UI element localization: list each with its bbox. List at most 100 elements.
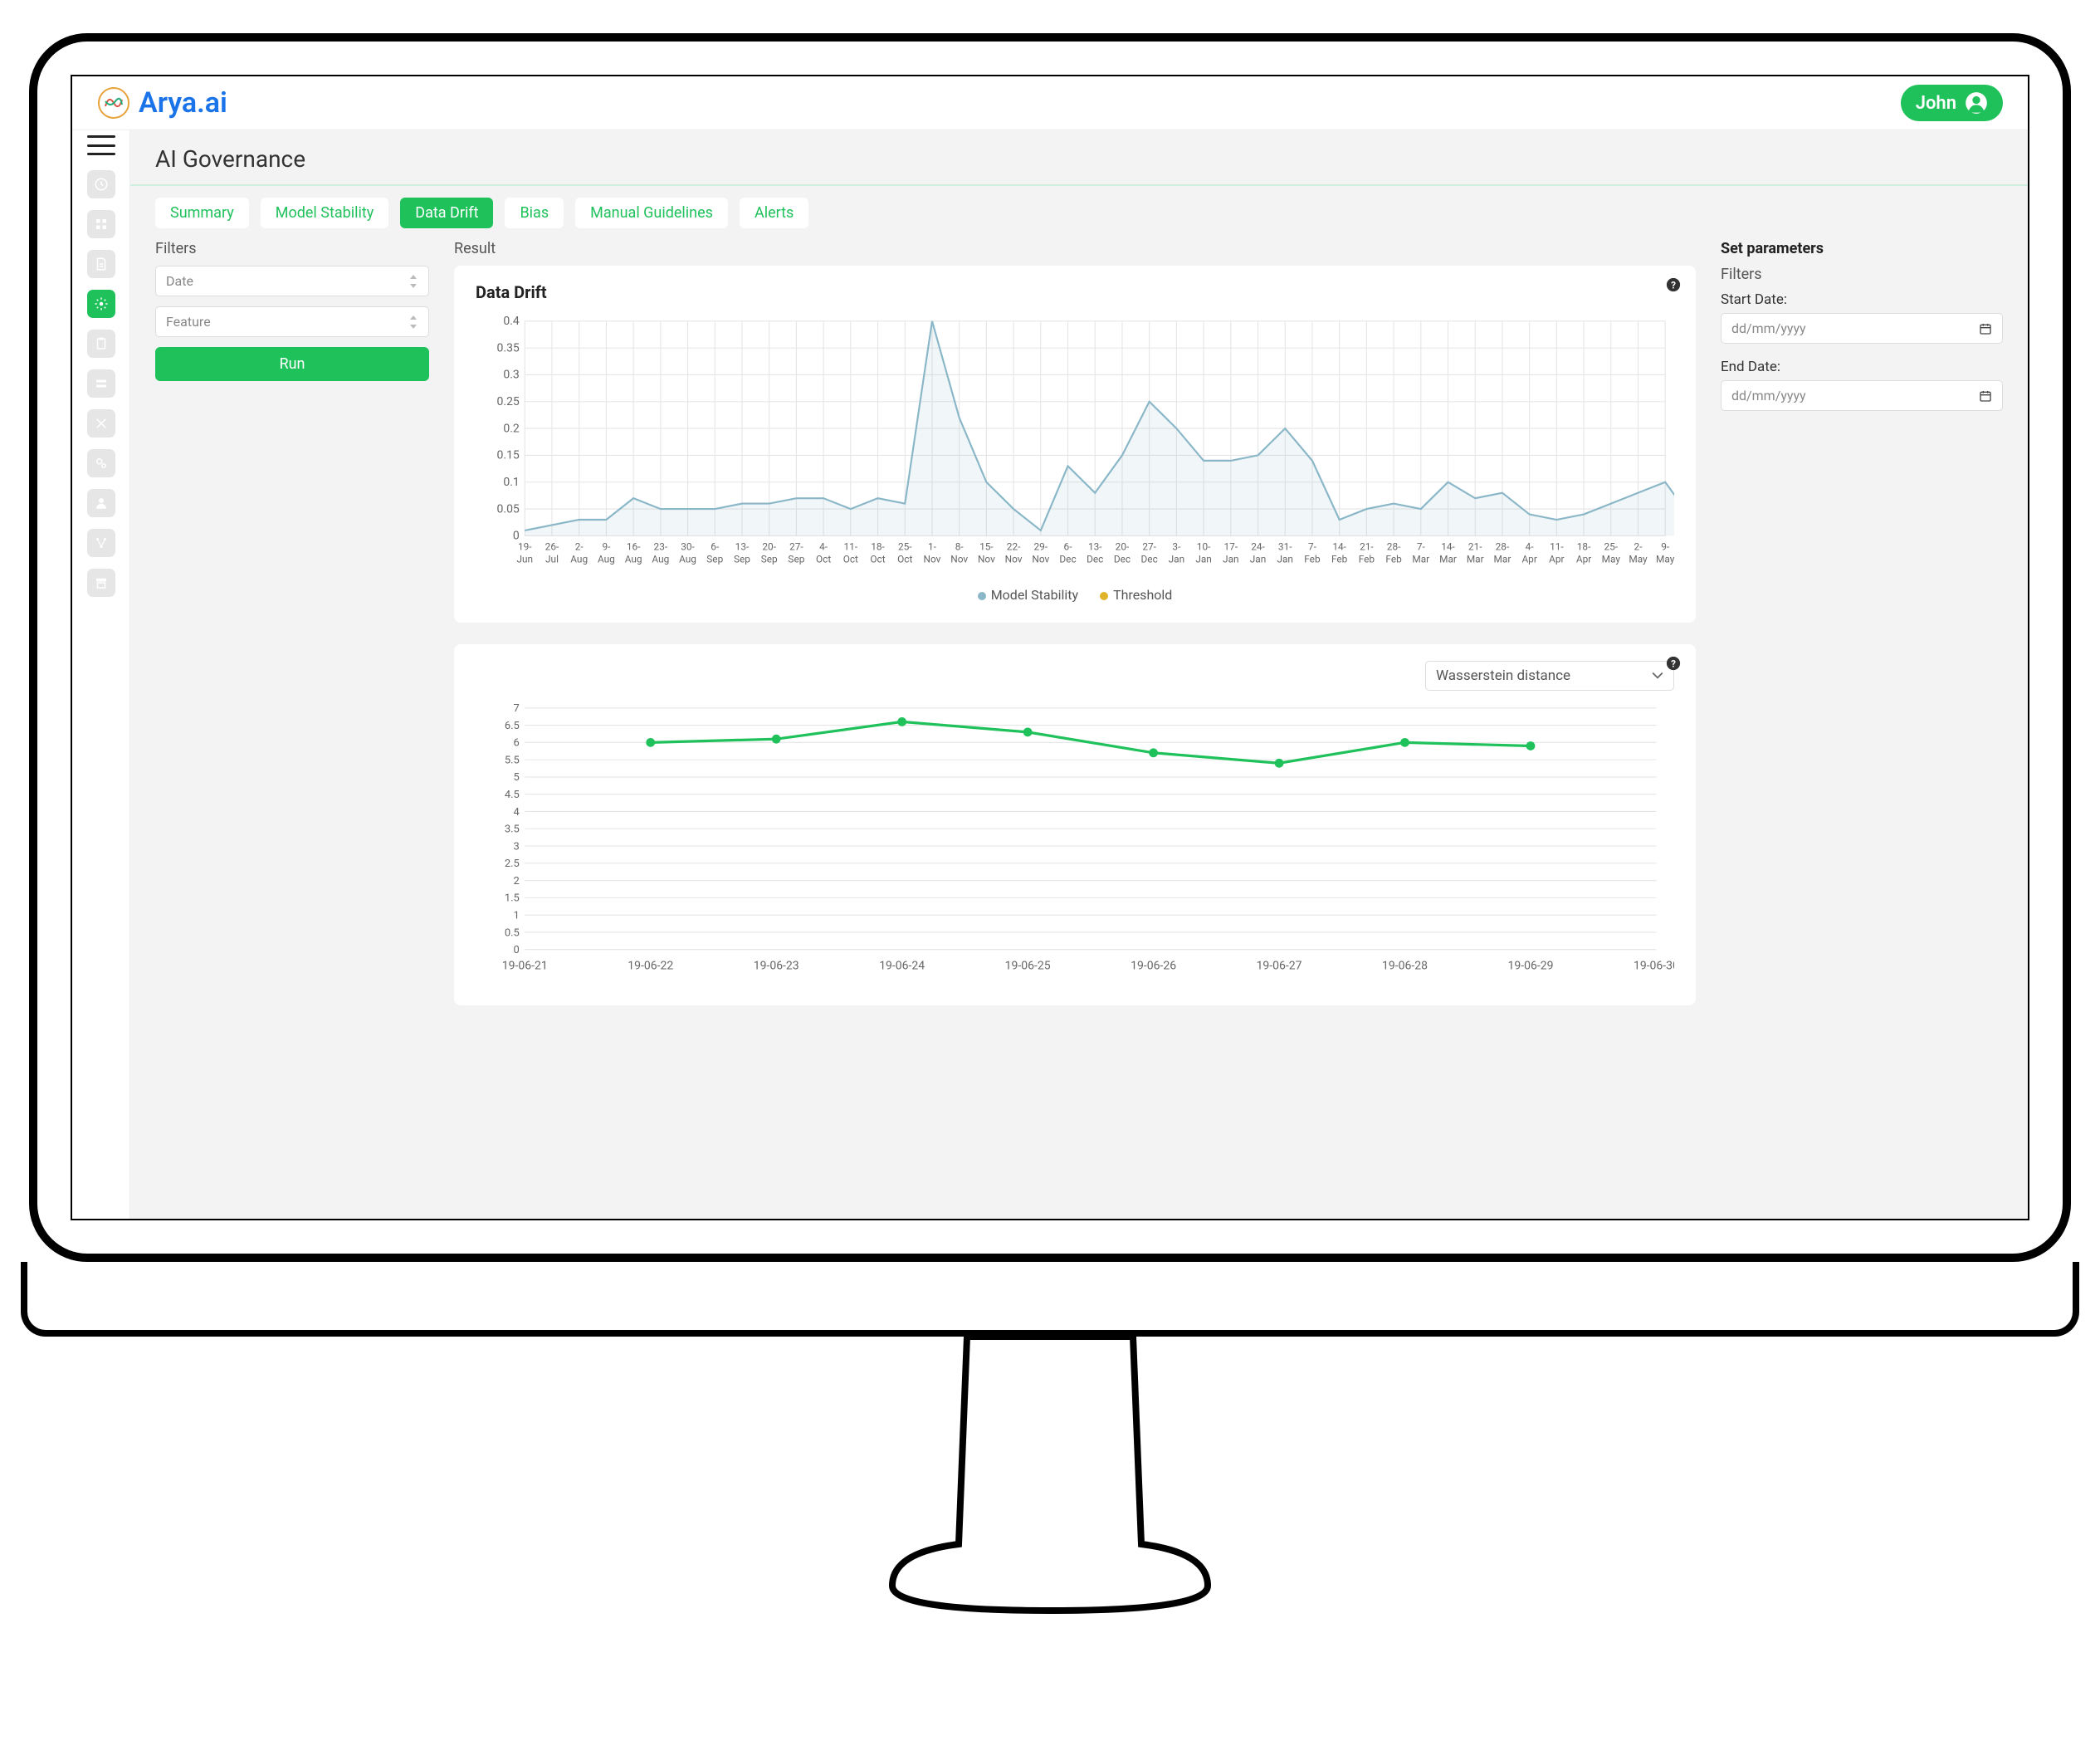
svg-text:6-: 6- (1064, 541, 1073, 553)
legend-item-series: Model Stability (978, 587, 1078, 603)
help-icon[interactable]: ? (1666, 277, 1681, 292)
svg-text:11-: 11- (844, 541, 858, 553)
help-icon[interactable]: ? (1666, 656, 1681, 671)
svg-text:19-06-24: 19-06-24 (879, 960, 925, 973)
tab-model-stability[interactable]: Model Stability (261, 198, 389, 228)
brand[interactable]: Arya.ai (97, 86, 227, 120)
svg-text:Jan: Jan (1223, 554, 1239, 565)
person-icon (94, 496, 109, 511)
svg-text:14-: 14- (1441, 541, 1455, 553)
svg-text:Aug: Aug (679, 554, 696, 565)
svg-text:Jan: Jan (1169, 554, 1185, 565)
updown-icon (408, 275, 418, 288)
rail-item-10[interactable] (87, 529, 115, 557)
svg-text:Aug: Aug (570, 554, 588, 565)
end-date-placeholder: dd/mm/yyyy (1731, 388, 1806, 403)
svg-text:24-: 24- (1251, 541, 1265, 553)
svg-text:7-: 7- (1417, 541, 1426, 553)
svg-text:Nov: Nov (924, 554, 941, 565)
svg-text:19-06-29: 19-06-29 (1507, 960, 1553, 973)
svg-text:7-: 7- (1308, 541, 1317, 553)
svg-text:Jul: Jul (545, 554, 559, 565)
svg-text:6: 6 (514, 737, 520, 750)
tab-data-drift[interactable]: Data Drift (400, 198, 493, 228)
rail-item-9[interactable] (87, 489, 115, 517)
rail-item-4-active[interactable] (87, 290, 115, 318)
svg-text:2-: 2- (1634, 541, 1643, 553)
rail-item-11[interactable] (87, 569, 115, 597)
chevron-down-icon (1652, 670, 1663, 682)
nav-rail (72, 130, 130, 1219)
svg-text:9-: 9- (1661, 541, 1670, 553)
rail-item-7[interactable] (87, 409, 115, 438)
svg-text:2: 2 (514, 875, 520, 887)
start-date-input[interactable]: dd/mm/yyyy (1721, 313, 2003, 344)
date-select[interactable]: Date (155, 266, 429, 296)
result-column: Result ? Data Drift 00.050.10.150.20.250… (454, 240, 1696, 1202)
svg-text:21-: 21- (1468, 541, 1482, 553)
updown-icon (408, 315, 418, 329)
monitor-bezel: Arya.ai John (29, 33, 2071, 1262)
svg-text:21-: 21- (1360, 541, 1374, 553)
tab-alerts[interactable]: Alerts (740, 198, 808, 228)
svg-text:Sep: Sep (706, 554, 723, 565)
rail-item-6[interactable] (87, 369, 115, 398)
svg-text:19-: 19- (518, 541, 532, 553)
tools-icon (94, 416, 109, 431)
svg-text:0.05: 0.05 (497, 502, 520, 516)
archive-icon (94, 575, 109, 590)
svg-text:13-: 13- (1088, 541, 1102, 553)
svg-text:1-: 1- (928, 541, 937, 553)
clock-icon (94, 177, 109, 192)
rail-item-2[interactable] (87, 210, 115, 238)
svg-text:15-: 15- (979, 541, 994, 553)
svg-text:0.25: 0.25 (497, 395, 520, 408)
menu-toggle-icon[interactable] (87, 135, 115, 155)
svg-text:Nov: Nov (950, 554, 968, 565)
svg-text:May: May (1602, 554, 1621, 565)
rail-item-5[interactable] (87, 330, 115, 358)
content-columns: Filters Date Feature Run (130, 240, 2028, 1219)
data-drift-card: ? Data Drift 00.050.10.150.20.250.30.350… (454, 266, 1696, 623)
svg-text:25-: 25- (898, 541, 912, 553)
svg-text:22-: 22- (1007, 541, 1021, 553)
svg-text:0.1: 0.1 (503, 476, 519, 489)
svg-text:Aug: Aug (598, 554, 615, 565)
tab-bias[interactable]: Bias (505, 198, 564, 228)
svg-text:Oct: Oct (816, 554, 831, 565)
user-menu[interactable]: John (1901, 85, 2003, 121)
svg-text:4-: 4- (1526, 541, 1535, 553)
svg-text:18-: 18- (871, 541, 885, 553)
svg-text:?: ? (1671, 658, 1676, 670)
rail-item-8[interactable] (87, 449, 115, 477)
rail-item-3[interactable] (87, 250, 115, 278)
rail-item-1[interactable] (87, 170, 115, 198)
svg-text:20-: 20- (762, 541, 776, 553)
svg-text:May: May (1656, 554, 1674, 565)
svg-text:Sep: Sep (761, 554, 778, 565)
filters-column: Filters Date Feature Run (155, 240, 429, 1202)
brand-logo-icon (97, 86, 130, 120)
params-column: Set parameters Filters Start Date: dd/mm… (1721, 240, 2003, 1202)
monitor-mockup: Arya.ai John (29, 33, 2071, 1619)
svg-text:Dec: Dec (1141, 554, 1158, 565)
metric-select[interactable]: Wasserstein distance (1425, 661, 1674, 691)
svg-text:4.5: 4.5 (505, 789, 520, 801)
tab-manual-guidelines[interactable]: Manual Guidelines (575, 198, 728, 228)
app-root: Arya.ai John (72, 76, 2028, 1219)
run-button[interactable]: Run (155, 347, 429, 381)
svg-text:Oct: Oct (843, 554, 858, 565)
svg-text:Dec: Dec (1059, 554, 1076, 565)
svg-text:26-: 26- (545, 541, 559, 553)
svg-text:27-: 27- (789, 541, 803, 553)
svg-text:6-: 6- (711, 541, 720, 553)
svg-text:19-06-30: 19-06-30 (1634, 960, 1674, 973)
end-date-input[interactable]: dd/mm/yyyy (1721, 380, 2003, 411)
chart-2: 00.511.522.533.544.555.566.5719-06-2119-… (476, 699, 1674, 985)
feature-select[interactable]: Feature (155, 306, 429, 337)
svg-text:18-: 18- (1577, 541, 1591, 553)
svg-text:30-: 30- (681, 541, 695, 553)
tab-summary[interactable]: Summary (155, 198, 249, 228)
svg-text:0.3: 0.3 (503, 369, 519, 382)
svg-text:Feb: Feb (1385, 554, 1402, 565)
